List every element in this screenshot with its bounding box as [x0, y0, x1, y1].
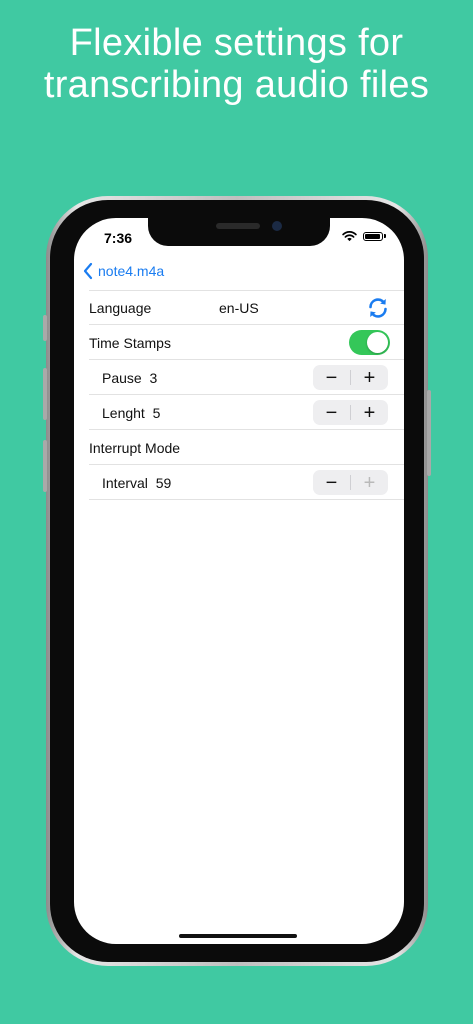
wifi-icon — [342, 231, 357, 242]
headline: Flexible settings for transcribing audio… — [0, 22, 473, 106]
pause-value: 3 — [149, 369, 158, 386]
length-label-text: Lenght — [102, 404, 145, 421]
phone-screen: 7:36 note4.m4a Language en-US Time Stamp… — [74, 218, 404, 944]
notch — [148, 218, 330, 246]
volume-up-button — [43, 368, 47, 420]
status-time: 7:36 — [104, 230, 133, 246]
interval-increment-button[interactable]: + — [351, 470, 388, 495]
time-stamps-row: Time Stamps — [74, 325, 404, 360]
interval-decrement-button[interactable]: − — [313, 470, 350, 495]
headline-line-1: Flexible settings for — [69, 22, 404, 64]
interval-label-text: Interval — [102, 474, 148, 491]
settings-list: Language en-US Time Stamps Pause 3 − + L… — [74, 290, 404, 500]
language-value: en-US — [219, 299, 259, 316]
interrupt-mode-row: Interrupt Mode — [74, 430, 404, 465]
battery-tip — [384, 234, 386, 238]
language-label: Language — [89, 299, 152, 316]
length-decrement-button[interactable]: − — [313, 400, 350, 425]
sync-icon[interactable] — [366, 296, 390, 320]
time-stamps-label: Time Stamps — [89, 334, 171, 351]
length-value: 5 — [152, 404, 161, 421]
pause-increment-button[interactable]: + — [351, 365, 388, 390]
home-indicator — [179, 934, 297, 938]
front-camera — [272, 221, 282, 231]
length-label: Lenght 5 — [102, 405, 160, 421]
power-button — [427, 390, 431, 476]
pause-decrement-button[interactable]: − — [313, 365, 350, 390]
status-icons — [342, 230, 386, 242]
pause-stepper: − + — [313, 365, 388, 390]
pause-label: Pause 3 — [102, 370, 157, 386]
volume-down-button — [43, 440, 47, 492]
back-button[interactable]: note4.m4a — [82, 262, 164, 280]
interval-row: Interval 59 − + — [74, 465, 404, 500]
interrupt-mode-label: Interrupt Mode — [89, 439, 181, 456]
speaker-grille — [216, 223, 260, 229]
length-increment-button[interactable]: + — [351, 400, 388, 425]
pause-label-text: Pause — [102, 369, 142, 386]
interval-label: Interval 59 — [102, 475, 171, 491]
pause-row: Pause 3 − + — [74, 360, 404, 395]
battery-icon — [363, 231, 383, 241]
time-stamps-toggle[interactable] — [349, 330, 390, 355]
headline-line-2: transcribing audio files — [43, 64, 430, 106]
back-label: note4.m4a — [98, 263, 165, 279]
mute-switch — [43, 315, 47, 341]
length-stepper: − + — [313, 400, 388, 425]
interval-value: 59 — [155, 474, 172, 491]
language-row: Language en-US — [74, 290, 404, 325]
interval-stepper: − + — [313, 470, 388, 495]
chevron-left-icon — [83, 262, 93, 280]
toggle-knob — [367, 332, 388, 353]
length-row: Lenght 5 − + — [74, 395, 404, 430]
